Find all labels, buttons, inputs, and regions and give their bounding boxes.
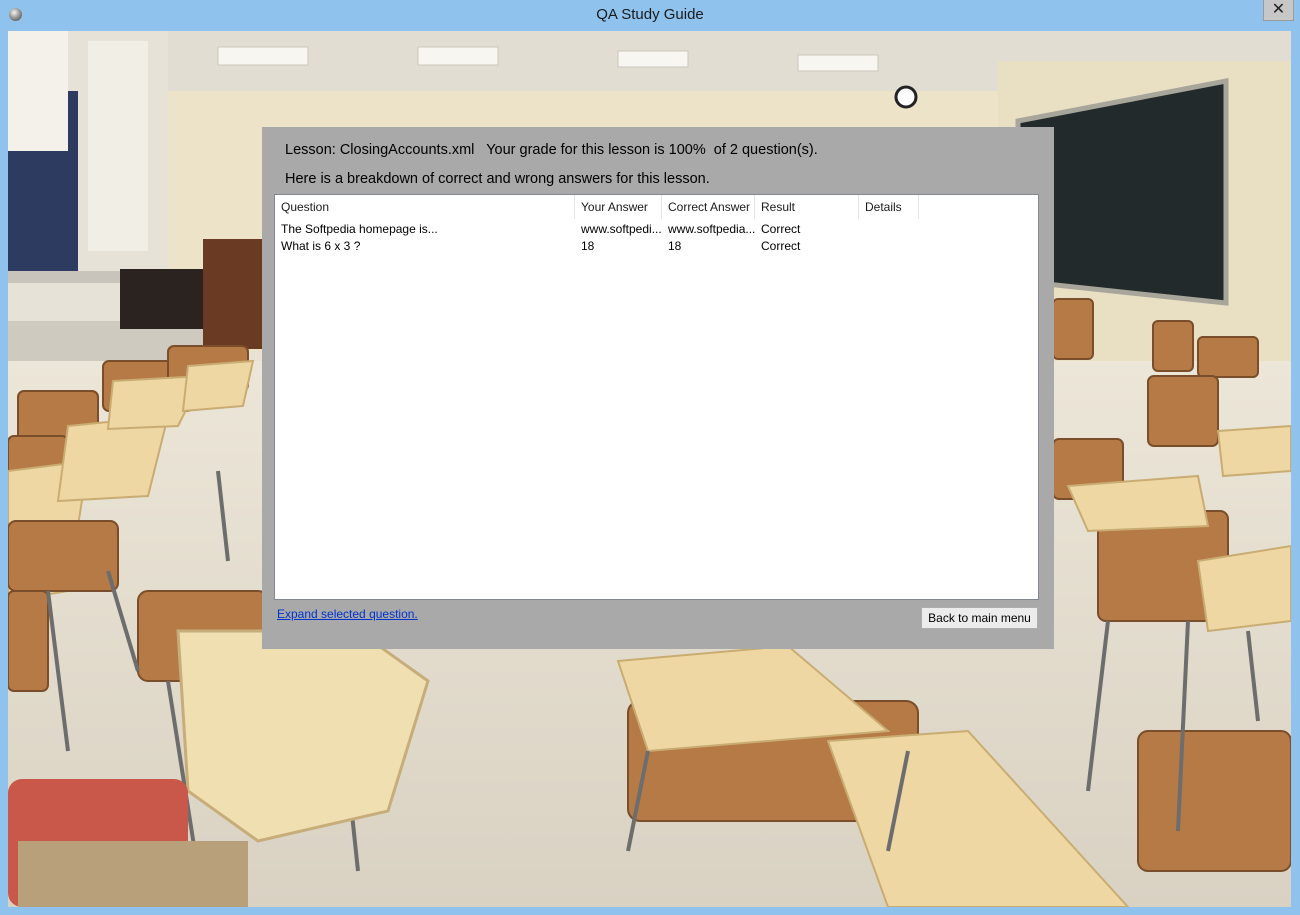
breakdown-heading: Here is a breakdown of correct and wrong… xyxy=(285,171,710,187)
window-title: QA Study Guide xyxy=(596,6,704,23)
expand-selected-question-link[interactable]: Expand selected question. xyxy=(277,607,418,621)
cell-question: The Softpedia homepage is... xyxy=(281,222,438,236)
cell-details xyxy=(859,238,919,254)
list-header: Question Your Answer Correct Answer Resu… xyxy=(275,195,1038,219)
column-header-correct-answer[interactable]: Correct Answer xyxy=(662,195,755,219)
column-header-result[interactable]: Result xyxy=(755,195,859,219)
close-icon: ✕ xyxy=(1271,1,1286,18)
cell-question: What is 6 x 3 ? xyxy=(281,239,361,253)
cell-correct-answer: www.softpedia... xyxy=(668,222,755,236)
column-header-details[interactable]: Details xyxy=(859,195,919,219)
back-to-main-menu-button[interactable]: Back to main menu xyxy=(921,607,1038,629)
results-panel: Lesson: ClosingAccounts.xml Your grade f… xyxy=(262,127,1054,649)
column-header-your-answer[interactable]: Your Answer xyxy=(575,195,662,219)
cell-correct-answer: 18 xyxy=(668,239,682,253)
client-area: Lesson: ClosingAccounts.xml Your grade f… xyxy=(8,31,1291,907)
cell-details xyxy=(859,221,919,237)
column-header-question[interactable]: Question xyxy=(275,195,575,219)
cell-result: Correct xyxy=(761,239,801,253)
app-window: QA Study Guide ✕ Lesson: ClosingAccounts… xyxy=(0,0,1300,915)
results-list-view[interactable]: Question Your Answer Correct Answer Resu… xyxy=(274,194,1039,600)
cell-your-answer: 18 xyxy=(581,239,595,253)
cell-result: Correct xyxy=(761,222,801,236)
title-bar[interactable]: QA Study Guide ✕ xyxy=(0,0,1300,31)
lesson-grade-summary: Lesson: ClosingAccounts.xml Your grade f… xyxy=(285,142,818,158)
table-row[interactable]: What is 6 x 3 ? 18 18 Correct xyxy=(275,238,1038,254)
close-button[interactable]: ✕ xyxy=(1263,0,1294,21)
table-row[interactable]: The Softpedia homepage is... www.softped… xyxy=(275,221,1038,237)
cell-your-answer: www.softpedi... xyxy=(581,222,662,236)
